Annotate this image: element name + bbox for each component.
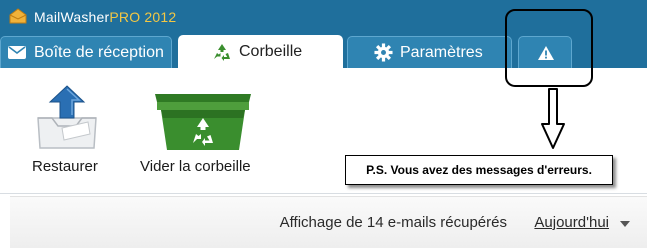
mailwasher-logo-icon [9, 8, 27, 24]
annotation-callout: P.S. Vous avez des messages d'erreurs. [345, 155, 613, 185]
gear-icon [374, 43, 393, 62]
app-title-pro: PRO 2012 [109, 9, 177, 25]
empty-recycle-bin-button-label: Vider la corbeille [140, 158, 251, 175]
annotation-down-arrow-icon [541, 88, 565, 149]
envelope-icon [8, 46, 26, 59]
tab-recycle-bin[interactable]: Corbeille [178, 35, 343, 69]
chevron-down-icon[interactable] [620, 221, 630, 227]
app-title: MailWasherPRO 2012 [34, 9, 176, 25]
tab-settings-label: Paramètres [400, 43, 483, 61]
annotation-callout-text: P.S. Vous avez des messages d'erreurs. [366, 163, 592, 177]
tab-settings[interactable]: Paramètres [347, 36, 512, 68]
tab-inbox[interactable]: Boîte de réception [0, 36, 172, 68]
recycle-icon [214, 43, 230, 61]
restore-upload-icon [37, 85, 97, 149]
date-filter-dropdown[interactable]: Aujourd'hui [534, 214, 609, 231]
empty-recycle-bin-button[interactable]: Vider la corbeille [135, 68, 275, 183]
email-count-text: Affichage de 14 e-mails récupérés [279, 214, 507, 231]
status-bar: Affichage de 14 e-mails récupérés Aujour… [10, 196, 647, 248]
empty-recycle-bin-icon [155, 94, 251, 150]
tab-recycle-bin-label: Corbeille [239, 43, 303, 60]
annotation-highlight-frame [505, 9, 593, 87]
restore-button[interactable]: Restaurer [22, 68, 117, 183]
restore-button-label: Restaurer [32, 158, 98, 175]
app-title-main: MailWasher [34, 9, 110, 25]
tab-inbox-label: Boîte de réception [34, 43, 164, 61]
